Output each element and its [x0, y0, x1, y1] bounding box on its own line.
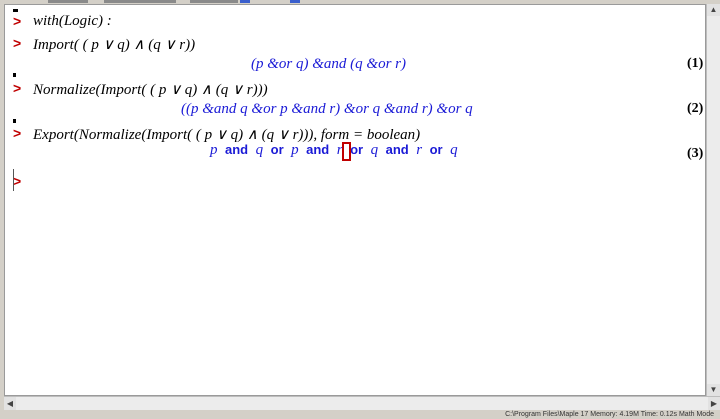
- boolean-operator: or: [429, 142, 443, 157]
- group-bracket[interactable]: [13, 9, 18, 12]
- toolbar-button[interactable]: [190, 0, 238, 3]
- vertical-scrollbar[interactable]: ▲ ▼: [706, 4, 720, 396]
- scroll-left-icon[interactable]: ◀: [4, 397, 16, 410]
- scroll-down-icon[interactable]: ▼: [707, 384, 720, 396]
- boolean-operator: and: [385, 142, 409, 157]
- boolean-variable: q: [370, 142, 379, 158]
- boolean-variable: r: [416, 142, 423, 158]
- boolean-operator: or: [270, 142, 284, 157]
- boolean-operator: and: [225, 142, 249, 157]
- input-import[interactable]: Import( ( p ∨ q) ∧ (q ∨ r)): [33, 35, 195, 54]
- output-1: (p &or q) &and (q &or r): [251, 56, 406, 72]
- prompt-marker: >: [13, 35, 22, 51]
- prompt-marker: >: [13, 80, 22, 96]
- status-bar: C:\Program Files\Maple 17 Memory: 4.19M …: [0, 410, 720, 419]
- group-bracket[interactable]: [13, 169, 14, 191]
- toolbar-blue-icon[interactable]: [290, 0, 300, 3]
- toolbar-button[interactable]: [104, 0, 176, 3]
- toolbar-blue-icon[interactable]: [240, 0, 250, 3]
- equation-label-1: (1): [687, 56, 704, 71]
- scroll-up-icon[interactable]: ▲: [707, 4, 720, 16]
- prompt-marker: >: [13, 125, 22, 141]
- boolean-operator: or: [350, 142, 364, 157]
- boolean-variable: q: [255, 142, 264, 158]
- text-cursor: [342, 142, 351, 161]
- boolean-variable: p: [291, 142, 299, 158]
- toolbar-button[interactable]: [48, 0, 88, 3]
- boolean-operator: and: [306, 142, 330, 157]
- maple-worksheet[interactable]: > with(Logic) : > Import( ( p ∨ q) ∧ (q …: [4, 4, 706, 396]
- boolean-variable: p: [210, 142, 218, 158]
- prompt-marker: >: [13, 13, 22, 29]
- input-with-logic[interactable]: with(Logic) :: [33, 13, 112, 30]
- group-bracket[interactable]: [13, 119, 16, 123]
- output-2: ((p &and q &or p &and r) &or q &and r) &…: [181, 101, 473, 117]
- status-text: C:\Program Files\Maple 17 Memory: 4.19M …: [505, 411, 714, 418]
- output-3-boolean: p and q or p and r or q and r or q: [210, 142, 458, 159]
- equation-label-2: (2): [687, 101, 704, 116]
- input-normalize[interactable]: Normalize(Import( ( p ∨ q) ∧ (q ∨ r))): [33, 80, 268, 99]
- prompt-marker[interactable]: >: [13, 173, 21, 189]
- boolean-variable: q: [450, 142, 458, 158]
- horizontal-scrollbar[interactable]: ◀ ▶: [4, 396, 720, 410]
- equation-label-3: (3): [687, 146, 704, 161]
- group-bracket[interactable]: [13, 73, 16, 77]
- scroll-right-icon[interactable]: ▶: [708, 397, 720, 410]
